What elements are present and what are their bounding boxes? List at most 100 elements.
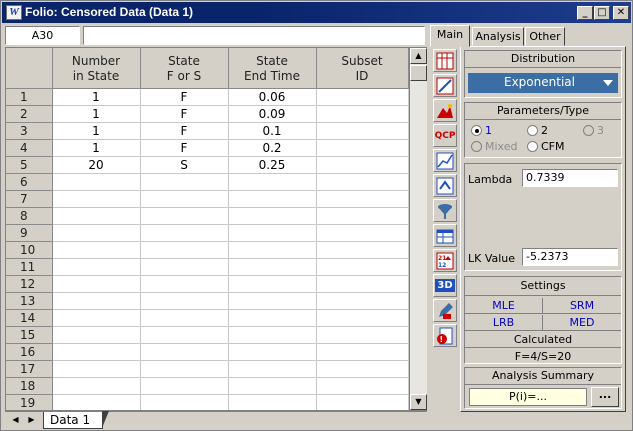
scroll-up-button[interactable]: ▲ — [410, 48, 427, 64]
more-options-button[interactable]: ... — [591, 387, 619, 407]
table-cell[interactable] — [316, 207, 409, 225]
tab-analysis[interactable]: Analysis — [472, 27, 524, 46]
title-bar[interactable]: W Folio: Censored Data (Data 1) _ □ ✕ — [2, 2, 631, 23]
row-header[interactable]: 10 — [6, 241, 53, 259]
minimize-button[interactable]: _ — [577, 6, 593, 20]
table-cell[interactable] — [140, 360, 229, 378]
table-cell[interactable] — [140, 207, 229, 225]
table-cell[interactable] — [316, 275, 409, 293]
row-header[interactable]: 9 — [6, 224, 53, 242]
maximize-button[interactable]: □ — [594, 6, 610, 20]
table-cell[interactable] — [316, 343, 409, 361]
table-cell[interactable] — [228, 258, 317, 276]
table-cell[interactable] — [52, 360, 141, 378]
table-cell[interactable]: 0.1 — [228, 122, 317, 140]
table-cell[interactable] — [316, 190, 409, 208]
table-cell[interactable] — [52, 343, 141, 361]
qcp-calculator-icon[interactable]: QCP — [433, 124, 457, 147]
table-cell[interactable] — [52, 292, 141, 310]
table-cell[interactable] — [228, 207, 317, 225]
column-header-number-in-state[interactable]: Number in State — [52, 48, 141, 89]
row-header[interactable]: 6 — [6, 173, 53, 191]
table-cell[interactable] — [140, 275, 229, 293]
table-cell[interactable] — [52, 241, 141, 259]
tab-main[interactable]: Main — [430, 25, 470, 47]
column-header-state[interactable]: State F or S — [140, 48, 229, 89]
vertical-scrollbar[interactable]: ▲ ▼ — [410, 47, 427, 411]
table-cell[interactable] — [316, 377, 409, 395]
med-button[interactable]: MED — [543, 315, 621, 331]
table-cell[interactable] — [228, 343, 317, 361]
table-cell[interactable]: 0.06 — [228, 88, 317, 106]
mountain-plot-icon[interactable] — [433, 99, 457, 122]
table-cell[interactable]: 1 — [52, 88, 141, 106]
plot-icon[interactable] — [433, 74, 457, 97]
sheet-tab-data-1[interactable]: Data 1 — [43, 411, 109, 429]
table-cell[interactable]: F — [140, 88, 229, 106]
edit-icon[interactable] — [433, 299, 457, 322]
table-cell[interactable]: 1 — [52, 105, 141, 123]
table-cell[interactable] — [52, 275, 141, 293]
lrb-button[interactable]: LRB — [465, 315, 543, 331]
table-cell[interactable] — [140, 173, 229, 191]
row-header[interactable]: 17 — [6, 360, 53, 378]
row-header[interactable]: 18 — [6, 377, 53, 395]
srm-button[interactable]: SRM — [543, 298, 621, 314]
data-sheet-grid[interactable]: Number in State State F or S State End Time… — [5, 47, 410, 411]
table-cell[interactable] — [140, 394, 229, 410]
table-cell[interactable] — [316, 139, 409, 157]
tab-other[interactable]: Other — [525, 27, 565, 46]
table-cell[interactable] — [140, 190, 229, 208]
table-cell[interactable] — [140, 224, 229, 242]
table-cell[interactable]: 1 — [52, 139, 141, 157]
data-sheet-icon[interactable] — [433, 49, 457, 72]
row-header[interactable]: 5 — [6, 156, 53, 174]
row-header[interactable]: 14 — [6, 309, 53, 327]
table-cell[interactable] — [316, 292, 409, 310]
row-header[interactable]: 16 — [6, 343, 53, 361]
table-cell[interactable] — [228, 309, 317, 327]
3d-plot-icon[interactable]: 3D — [433, 274, 457, 297]
table-cell[interactable] — [52, 326, 141, 344]
row-header[interactable]: 19 — [6, 394, 53, 410]
table-cell[interactable] — [316, 122, 409, 140]
table-cell[interactable]: 0.2 — [228, 139, 317, 157]
table-cell[interactable] — [228, 241, 317, 259]
lk-value[interactable]: -5.2373 — [522, 248, 618, 266]
param-radio-2[interactable]: 2 — [527, 124, 548, 137]
table-cell[interactable]: 0.09 — [228, 105, 317, 123]
column-header-subset-id[interactable]: Subset ID — [316, 48, 409, 89]
table-cell[interactable] — [316, 88, 409, 106]
table-cell[interactable]: F — [140, 122, 229, 140]
transfer-icon[interactable] — [433, 174, 457, 197]
distribution-dropdown[interactable]: Exponential — [468, 73, 618, 93]
table-cell[interactable] — [52, 258, 141, 276]
grid-chart-icon[interactable] — [433, 149, 457, 172]
table-cell[interactable]: 0.25 — [228, 156, 317, 174]
table-cell[interactable] — [140, 326, 229, 344]
row-header[interactable]: 4 — [6, 139, 53, 157]
row-header[interactable]: 13 — [6, 292, 53, 310]
table-cell[interactable] — [228, 360, 317, 378]
table-cell[interactable] — [52, 207, 141, 225]
table-cell[interactable] — [228, 326, 317, 344]
report-icon[interactable]: ! — [433, 324, 457, 347]
funnel-icon[interactable] — [433, 199, 457, 222]
table-cell[interactable] — [52, 190, 141, 208]
table-cell[interactable] — [52, 224, 141, 242]
table-cell[interactable] — [316, 309, 409, 327]
app-icon[interactable]: W — [6, 5, 22, 20]
table-cell[interactable] — [228, 224, 317, 242]
row-header[interactable]: 8 — [6, 207, 53, 225]
table-cell[interactable] — [228, 190, 317, 208]
table-cell[interactable] — [140, 377, 229, 395]
lambda-value[interactable]: 0.7339 — [522, 169, 618, 187]
scroll-down-button[interactable]: ▼ — [410, 394, 427, 410]
table-icon[interactable] — [433, 224, 457, 247]
table-cell[interactable] — [52, 309, 141, 327]
cell-reference-box[interactable]: A30 — [5, 26, 80, 45]
table-cell[interactable] — [228, 377, 317, 395]
row-header[interactable]: 7 — [6, 190, 53, 208]
scroll-thumb[interactable] — [410, 65, 427, 81]
table-cell[interactable] — [316, 326, 409, 344]
